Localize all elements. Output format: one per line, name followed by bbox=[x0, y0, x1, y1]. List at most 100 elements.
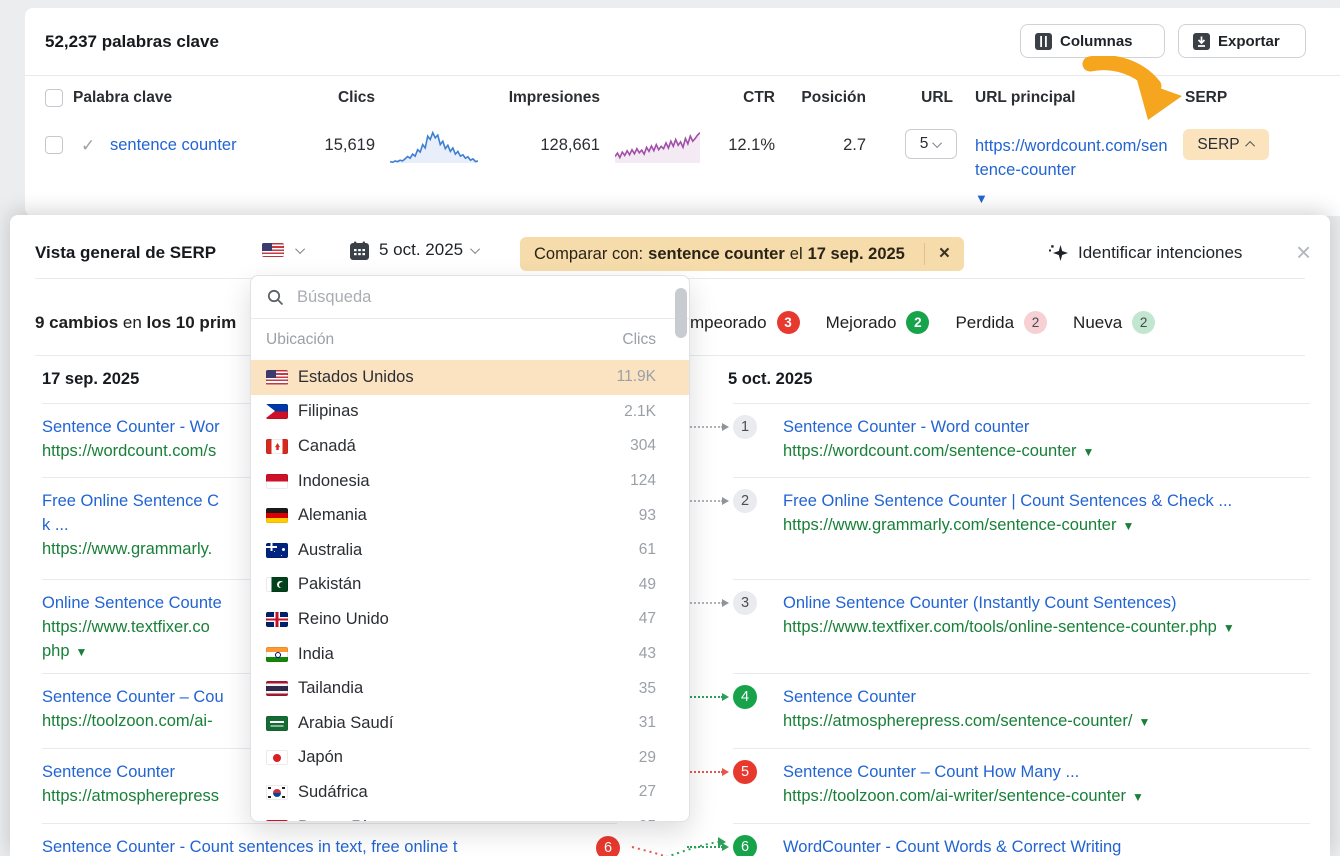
result-title-link[interactable]: Sentence Counter bbox=[783, 685, 1310, 709]
row-check-icon: ✓ bbox=[81, 136, 95, 156]
result-url-link[interactable]: https://www.grammarly.com/sentence-count… bbox=[783, 513, 1310, 538]
country-flag-icon bbox=[266, 750, 288, 765]
search-icon bbox=[267, 289, 284, 306]
position-badge: 3 bbox=[733, 591, 757, 615]
location-search-input[interactable] bbox=[297, 288, 627, 307]
rank-connector-icon bbox=[687, 602, 723, 604]
url-expand-caret-icon[interactable]: ▼ bbox=[1132, 790, 1144, 804]
chevron-down-icon bbox=[932, 138, 942, 148]
col-header-keyword[interactable]: Palabra clave bbox=[73, 89, 172, 107]
main-url-cell[interactable]: https://wordcount.com/sentence-counter ▼ bbox=[975, 134, 1171, 211]
modal-title: Vista general de SERP bbox=[35, 243, 216, 263]
col-header-ctr[interactable]: CTR bbox=[695, 89, 775, 107]
location-option[interactable]: Canadá 304 bbox=[251, 429, 689, 464]
col-header-serp[interactable]: SERP bbox=[1185, 89, 1227, 107]
serp-result-new: 5 Sentence Counter – Count How Many ... … bbox=[733, 760, 1310, 809]
location-option[interactable]: Puerto Rico 25 bbox=[251, 810, 689, 822]
url-expand-caret-icon[interactable]: ▼ bbox=[76, 645, 88, 659]
location-option[interactable]: Australia 61 bbox=[251, 533, 689, 568]
export-button[interactable]: Exportar bbox=[1178, 24, 1306, 58]
col-header-position[interactable]: Posición bbox=[766, 89, 866, 107]
location-option[interactable]: Indonesia 124 bbox=[251, 464, 689, 499]
location-option[interactable]: Japón 29 bbox=[251, 741, 689, 776]
dropdown-search-row bbox=[251, 276, 689, 319]
position-value: 2.7 bbox=[766, 136, 866, 155]
rank-connector-icon bbox=[687, 771, 723, 773]
country-flag-icon bbox=[266, 370, 288, 385]
location-option[interactable]: Filipinas 2.1K bbox=[251, 395, 689, 430]
stat-count-badge: 3 bbox=[777, 311, 800, 334]
location-option[interactable]: Estados Unidos 11.9K bbox=[251, 360, 689, 395]
ctr-value: 12.1% bbox=[695, 136, 775, 155]
close-modal-icon[interactable]: × bbox=[1296, 239, 1311, 265]
impressions-sparkline bbox=[615, 125, 700, 167]
location-option[interactable]: Pakistán 49 bbox=[251, 568, 689, 603]
url-expand-caret-icon[interactable]: ▼ bbox=[1122, 519, 1134, 533]
changes-summary: 9 cambios en los 10 prim bbox=[35, 313, 236, 333]
result-title-link[interactable]: Sentence Counter – Count How Many ... bbox=[783, 760, 1310, 784]
country-flag-icon bbox=[266, 404, 288, 419]
clicks-value: 15,619 bbox=[275, 136, 375, 155]
result-title-link[interactable]: Sentence Counter - Count sentences in te… bbox=[42, 835, 617, 856]
dropdown-column-headers: Ubicación Clics bbox=[251, 319, 689, 360]
result-title-link[interactable]: WordCounter - Count Words & Correct Writ… bbox=[783, 835, 1310, 856]
url-expand-caret-icon[interactable]: ▼ bbox=[975, 187, 1171, 211]
columns-button[interactable]: Columnas bbox=[1020, 24, 1165, 58]
location-option[interactable]: India 43 bbox=[251, 637, 689, 672]
location-option[interactable]: Alemania 93 bbox=[251, 498, 689, 533]
serp-toggle-button[interactable]: SERP bbox=[1183, 129, 1269, 160]
position-badge: 5 bbox=[733, 760, 757, 784]
clicks-sparkline bbox=[390, 125, 478, 167]
location-list: Estados Unidos 11.9K Filipinas 2.1K Cana… bbox=[251, 360, 689, 822]
stat-count-badge: 2 bbox=[1024, 311, 1047, 334]
result-url-link[interactable]: https://toolzoon.com/ai-writer/sentence-… bbox=[783, 784, 1310, 809]
url-expand-caret-icon[interactable]: ▼ bbox=[1138, 715, 1150, 729]
columns-icon bbox=[1035, 33, 1052, 50]
serp-result-new: 6 WordCounter - Count Words & Correct Wr… bbox=[733, 835, 1310, 856]
change-stat: Mejorado 2 bbox=[826, 311, 930, 334]
col-header-main-url[interactable]: URL principal bbox=[975, 89, 1075, 107]
impressions-value: 128,661 bbox=[480, 136, 600, 155]
keyword-link[interactable]: sentence counter bbox=[110, 136, 237, 155]
serp-result-new: 2 Free Online Sentence Counter | Count S… bbox=[733, 489, 1310, 538]
col-header-url[interactable]: URL bbox=[883, 89, 953, 107]
rank-connector-icon bbox=[687, 426, 723, 428]
location-option[interactable]: Arabia Saudí 31 bbox=[251, 706, 689, 741]
position-badge: 2 bbox=[733, 489, 757, 513]
change-stat: Perdida 2 bbox=[955, 311, 1047, 334]
highlight-arrow-annotation bbox=[1082, 56, 1188, 122]
url-count-select[interactable]: 5 bbox=[905, 129, 957, 159]
country-select[interactable] bbox=[262, 243, 305, 257]
result-title-link[interactable]: Free Online Sentence Counter | Count Sen… bbox=[783, 489, 1310, 513]
result-url-link[interactable]: https://wordcount.com/sentence-counter▼ bbox=[783, 439, 1310, 464]
result-url-link[interactable]: https://atmospherepress.com/sentence-cou… bbox=[783, 709, 1310, 734]
location-option[interactable]: Reino Unido 47 bbox=[251, 602, 689, 637]
change-stat: mpeorado 3 bbox=[690, 311, 800, 334]
compare-date: 17 sep. 2025 bbox=[808, 245, 905, 264]
position-badge: 1 bbox=[733, 415, 757, 439]
compare-chip[interactable]: Comparar con: sentence counter el 17 sep… bbox=[520, 237, 964, 271]
serp-result-new: 3 Online Sentence Counter (Instantly Cou… bbox=[733, 591, 1310, 640]
date-select[interactable]: 5 oct. 2025 bbox=[350, 240, 480, 260]
rank-connector-icon bbox=[687, 500, 723, 502]
location-option[interactable]: Tailandia 35 bbox=[251, 671, 689, 706]
select-all-checkbox[interactable] bbox=[45, 89, 63, 107]
location-option[interactable]: Sudáfrica 27 bbox=[251, 775, 689, 810]
result-title-link[interactable]: Sentence Counter - Word counter bbox=[783, 415, 1310, 439]
country-flag-icon bbox=[266, 439, 288, 454]
url-expand-caret-icon[interactable]: ▼ bbox=[1083, 445, 1095, 459]
identify-intents-button[interactable]: Identificar intenciones bbox=[1048, 243, 1242, 263]
col-header-impressions[interactable]: Impresiones bbox=[480, 89, 600, 107]
result-url-link[interactable]: https://www.textfixer.com/tools/online-s… bbox=[783, 615, 1310, 640]
country-flag-icon bbox=[266, 543, 288, 558]
sparkles-icon bbox=[1048, 243, 1068, 263]
col-header-clicks[interactable]: Clics bbox=[275, 89, 375, 107]
result-title-link[interactable]: Online Sentence Counter (Instantly Count… bbox=[783, 591, 1310, 615]
calendar-icon bbox=[350, 241, 369, 260]
remove-compare-icon[interactable]: × bbox=[924, 243, 950, 265]
rank-change-connectors bbox=[610, 833, 740, 856]
row-checkbox[interactable] bbox=[45, 136, 63, 154]
url-expand-caret-icon[interactable]: ▼ bbox=[1223, 621, 1235, 635]
country-flag-icon bbox=[266, 820, 288, 822]
stat-count-badge: 2 bbox=[906, 311, 929, 334]
